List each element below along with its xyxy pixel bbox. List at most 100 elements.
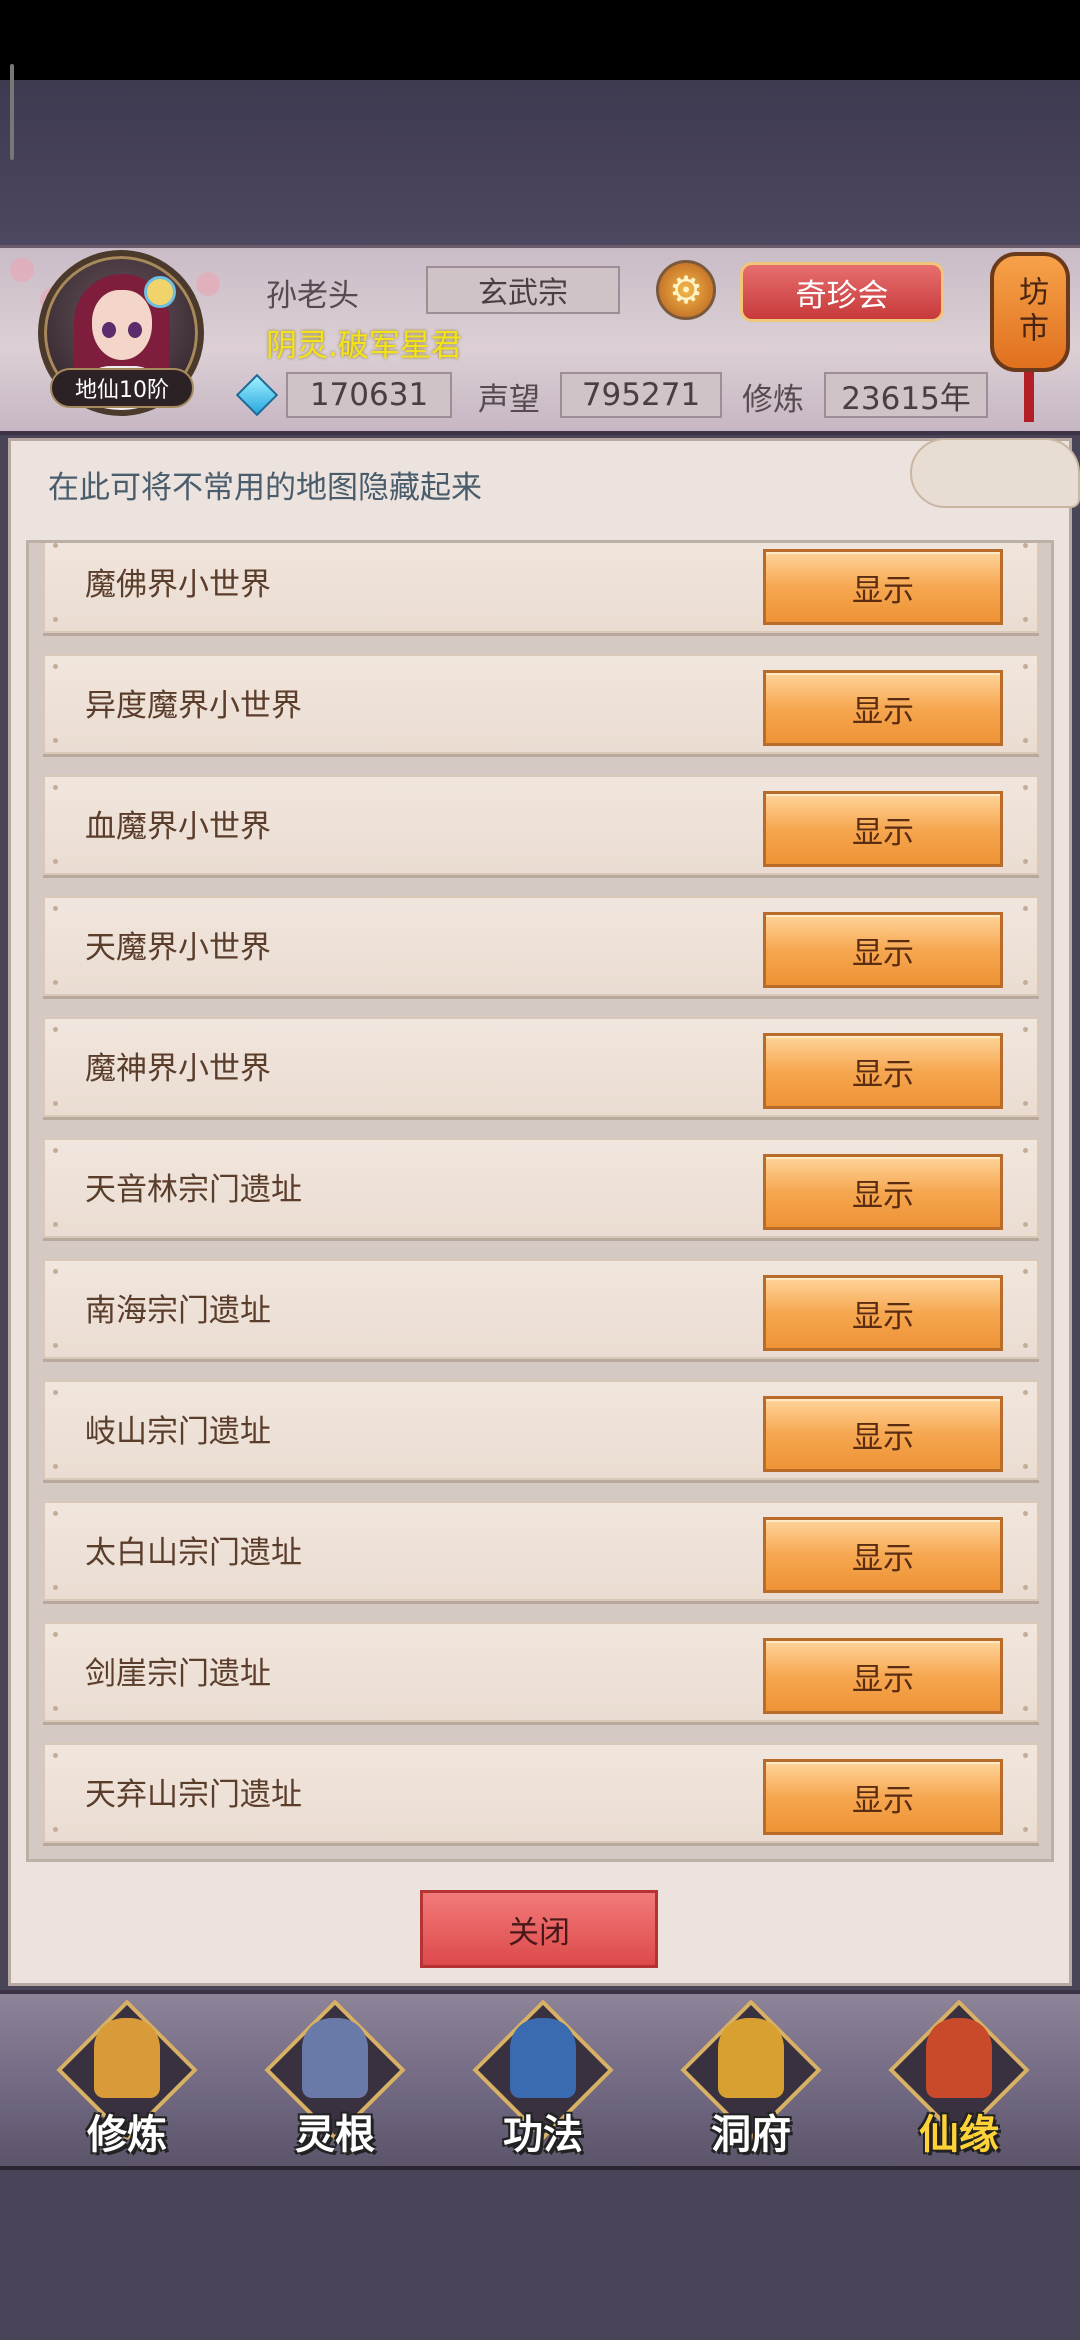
row-corner-dot bbox=[53, 1390, 58, 1395]
row-corner-dot bbox=[53, 1148, 58, 1153]
gourd-icon bbox=[926, 2018, 992, 2098]
row-corner-dot bbox=[1023, 1390, 1028, 1395]
reputation-value: 795271 bbox=[560, 372, 722, 418]
map-name: 魔神界小世界 bbox=[85, 1051, 271, 1087]
row-corner-dot bbox=[1023, 1027, 1028, 1032]
nav-item[interactable]: 修炼 bbox=[52, 1999, 202, 2160]
row-corner-dot bbox=[1023, 664, 1028, 669]
map-row: 魔神界小世界 显示 bbox=[43, 1017, 1039, 1117]
row-corner-dot bbox=[53, 1585, 58, 1590]
reputation-label: 声望 bbox=[478, 382, 540, 418]
nav-label: 修炼 bbox=[87, 2112, 167, 2158]
show-map-button[interactable]: 显示 bbox=[763, 670, 1003, 746]
map-row: 血魔界小世界 显示 bbox=[43, 775, 1039, 875]
map-row: 魔佛界小世界 显示 bbox=[43, 543, 1039, 633]
player-title: 阴灵.破军星君 bbox=[266, 328, 462, 364]
nav-label: 灵根 bbox=[295, 2112, 375, 2158]
show-map-button[interactable]: 显示 bbox=[763, 912, 1003, 988]
map-row: 异度魔界小世界 显示 bbox=[43, 654, 1039, 754]
gem-count: 170631 bbox=[286, 372, 452, 418]
map-name: 血魔界小世界 bbox=[85, 809, 271, 845]
row-corner-dot bbox=[53, 617, 58, 622]
cultivate-icon bbox=[94, 2018, 160, 2098]
row-corner-dot bbox=[53, 1464, 58, 1469]
sect-name: 玄武宗 bbox=[426, 266, 620, 314]
row-corner-dot bbox=[1023, 1585, 1028, 1590]
show-map-button[interactable]: 显示 bbox=[763, 1154, 1003, 1230]
row-corner-dot bbox=[1023, 1343, 1028, 1348]
row-corner-dot bbox=[1023, 1511, 1028, 1516]
close-button[interactable]: 关闭 bbox=[420, 1890, 658, 1968]
top-background bbox=[0, 80, 1080, 245]
market-lantern-button[interactable]: 坊市 bbox=[990, 252, 1070, 372]
nav-item[interactable]: 仙缘 bbox=[884, 1999, 1034, 2160]
nav-item[interactable]: 洞府 bbox=[676, 1999, 826, 2160]
row-corner-dot bbox=[1023, 1222, 1028, 1227]
cultivation-value: 23615年 bbox=[824, 372, 988, 418]
show-map-button[interactable]: 显示 bbox=[763, 1033, 1003, 1109]
row-corner-dot bbox=[1023, 617, 1028, 622]
settings-button[interactable]: ⚙ bbox=[656, 260, 716, 320]
row-corner-dot bbox=[1023, 980, 1028, 985]
panel-hint: 在此可将不常用的地图隐藏起来 bbox=[48, 470, 482, 506]
status-bar bbox=[0, 0, 1080, 80]
show-map-button[interactable]: 显示 bbox=[763, 1396, 1003, 1472]
cave-dwelling-icon bbox=[718, 2018, 784, 2098]
nav-label: 仙缘 bbox=[919, 2112, 999, 2158]
row-corner-dot bbox=[1023, 543, 1028, 548]
row-corner-dot bbox=[53, 1632, 58, 1637]
map-row: 天音林宗门遗址 显示 bbox=[43, 1138, 1039, 1238]
row-corner-dot bbox=[53, 1269, 58, 1274]
row-corner-dot bbox=[53, 859, 58, 864]
row-corner-dot bbox=[53, 1827, 58, 1832]
show-map-button[interactable]: 显示 bbox=[763, 1638, 1003, 1714]
row-corner-dot bbox=[53, 1706, 58, 1711]
avatar-face bbox=[92, 290, 152, 360]
map-list[interactable]: 魔佛界小世界 显示 异度魔界小世界 显示 血魔界小世界 显示 天魔界小世界 显示 魔神界小世界显… bbox=[26, 540, 1054, 1862]
row-corner-dot bbox=[53, 980, 58, 985]
map-name: 天弃山宗门遗址 bbox=[85, 1777, 302, 1813]
nav-item[interactable]: 功法 bbox=[468, 1999, 618, 2160]
row-corner-dot bbox=[53, 1511, 58, 1516]
map-row: 天魔界小世界 显示 bbox=[43, 896, 1039, 996]
nav-label: 洞府 bbox=[711, 2112, 791, 2158]
map-name: 异度魔界小世界 bbox=[85, 688, 302, 724]
row-corner-dot bbox=[1023, 1269, 1028, 1274]
bottom-background bbox=[0, 2174, 1080, 2340]
flower-hairpin-icon bbox=[144, 276, 176, 308]
row-corner-dot bbox=[53, 1027, 58, 1032]
row-corner-dot bbox=[53, 1222, 58, 1227]
map-row: 南海宗门遗址 显示 bbox=[43, 1259, 1039, 1359]
map-name: 天魔界小世界 bbox=[85, 930, 271, 966]
row-corner-dot bbox=[53, 906, 58, 911]
treasure-fair-button[interactable]: 奇珍会 bbox=[740, 262, 944, 322]
show-map-button[interactable]: 显示 bbox=[763, 1759, 1003, 1835]
spirit-root-icon bbox=[302, 2018, 368, 2098]
show-map-button[interactable]: 显示 bbox=[763, 791, 1003, 867]
row-corner-dot bbox=[1023, 859, 1028, 864]
nav-label: 功法 bbox=[503, 2112, 583, 2158]
map-row: 岐山宗门遗址 显示 bbox=[43, 1380, 1039, 1480]
row-corner-dot bbox=[53, 1343, 58, 1348]
show-map-button[interactable]: 显示 bbox=[763, 549, 1003, 625]
row-corner-dot bbox=[53, 543, 58, 548]
technique-book-icon bbox=[510, 2018, 576, 2098]
row-corner-dot bbox=[53, 738, 58, 743]
row-corner-dot bbox=[53, 1753, 58, 1758]
map-name: 魔佛界小世界 bbox=[85, 567, 271, 603]
nav-item[interactable]: 灵根 bbox=[260, 1999, 410, 2160]
avatar-eye bbox=[102, 322, 116, 338]
map-name: 天音林宗门遗址 bbox=[85, 1172, 302, 1208]
cultivation-label: 修炼 bbox=[742, 382, 804, 418]
row-corner-dot bbox=[1023, 1706, 1028, 1711]
map-row: 太白山宗门遗址 显示 bbox=[43, 1501, 1039, 1601]
player-name: 孙老头 bbox=[266, 278, 359, 314]
show-map-button[interactable]: 显示 bbox=[763, 1275, 1003, 1351]
row-corner-dot bbox=[1023, 1464, 1028, 1469]
gear-icon: ⚙ bbox=[668, 268, 704, 312]
map-name: 岐山宗门遗址 bbox=[85, 1414, 271, 1450]
show-map-button[interactable]: 显示 bbox=[763, 1517, 1003, 1593]
lantern-tassel bbox=[1024, 372, 1034, 422]
row-corner-dot bbox=[1023, 1632, 1028, 1637]
row-corner-dot bbox=[1023, 1148, 1028, 1153]
